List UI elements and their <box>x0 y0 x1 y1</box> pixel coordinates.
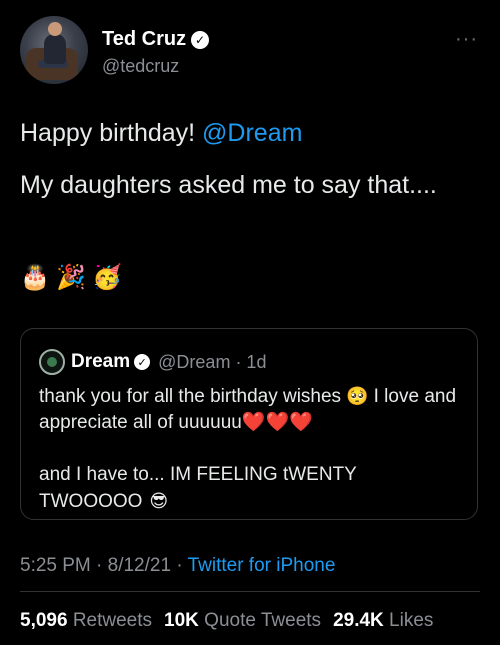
quoted-tweet-header: Dream ✓ @Dream · 1d <box>39 349 266 375</box>
tweet-line-1: Happy birthday! @Dream <box>20 119 303 147</box>
tweet-meta: 5:25 PM · 8/12/21 · Twitter for iPhone <box>20 555 335 577</box>
tweet-stats: 5,096 Retweets 10K Quote Tweets 29.4K Li… <box>20 610 433 632</box>
ellipsis-icon[interactable]: ··· <box>455 28 478 51</box>
divider <box>20 591 480 592</box>
mention-link[interactable]: @Dream <box>202 119 302 147</box>
author-name[interactable]: Ted Cruz <box>102 28 186 51</box>
quoted-tweet[interactable]: Dream ✓ @Dream · 1d thank you for all th… <box>20 328 478 520</box>
hearts-emoji: ❤️❤️❤️ <box>241 412 313 433</box>
quote-tweets-stat[interactable]: 10K Quote Tweets <box>164 610 321 632</box>
tweet-line-2: My daughters asked me to say that.... <box>20 171 437 199</box>
tweet-body: Happy birthday! @Dream My daughters aske… <box>20 116 480 220</box>
partying-face-emoji: 🥳 <box>92 263 122 291</box>
birthday-cake-emoji: 🎂 <box>20 263 50 291</box>
verified-badge-icon: ✓ <box>191 30 210 49</box>
quoted-text: thank you for all the birthday wishes 🥺 … <box>39 383 464 515</box>
tweet-header: Ted Cruz ✓ @tedcruz ··· <box>20 16 480 86</box>
quoted-avatar <box>39 349 65 375</box>
verified-badge-icon: ✓ <box>134 354 151 370</box>
quoted-line-2: and I have to... IM FEELING tWENTY TWOOO… <box>39 464 357 512</box>
source-link[interactable]: Twitter for iPhone <box>188 555 336 576</box>
party-popper-emoji: 🎉 <box>56 263 86 291</box>
retweets-stat[interactable]: 5,096 Retweets <box>20 610 152 632</box>
quoted-line-1: thank you for all the birthday wishes 🥺 … <box>39 383 464 436</box>
quoted-handle-time: @Dream · 1d <box>158 351 267 372</box>
tweet-emojis: 🎂 🎉 🥳 <box>20 262 122 292</box>
pleading-face-emoji: 🥺 <box>346 386 369 406</box>
timestamp[interactable]: 5:25 PM · 8/12/21 · <box>20 555 188 576</box>
author-avatar[interactable] <box>20 16 88 84</box>
likes-stat[interactable]: 29.4K Likes <box>333 610 433 632</box>
author-handle[interactable]: @tedcruz <box>102 56 179 77</box>
sunglasses-face-emoji: 😎 <box>149 491 169 511</box>
author-name-row[interactable]: Ted Cruz ✓ <box>102 28 210 51</box>
quoted-name: Dream <box>71 351 131 372</box>
